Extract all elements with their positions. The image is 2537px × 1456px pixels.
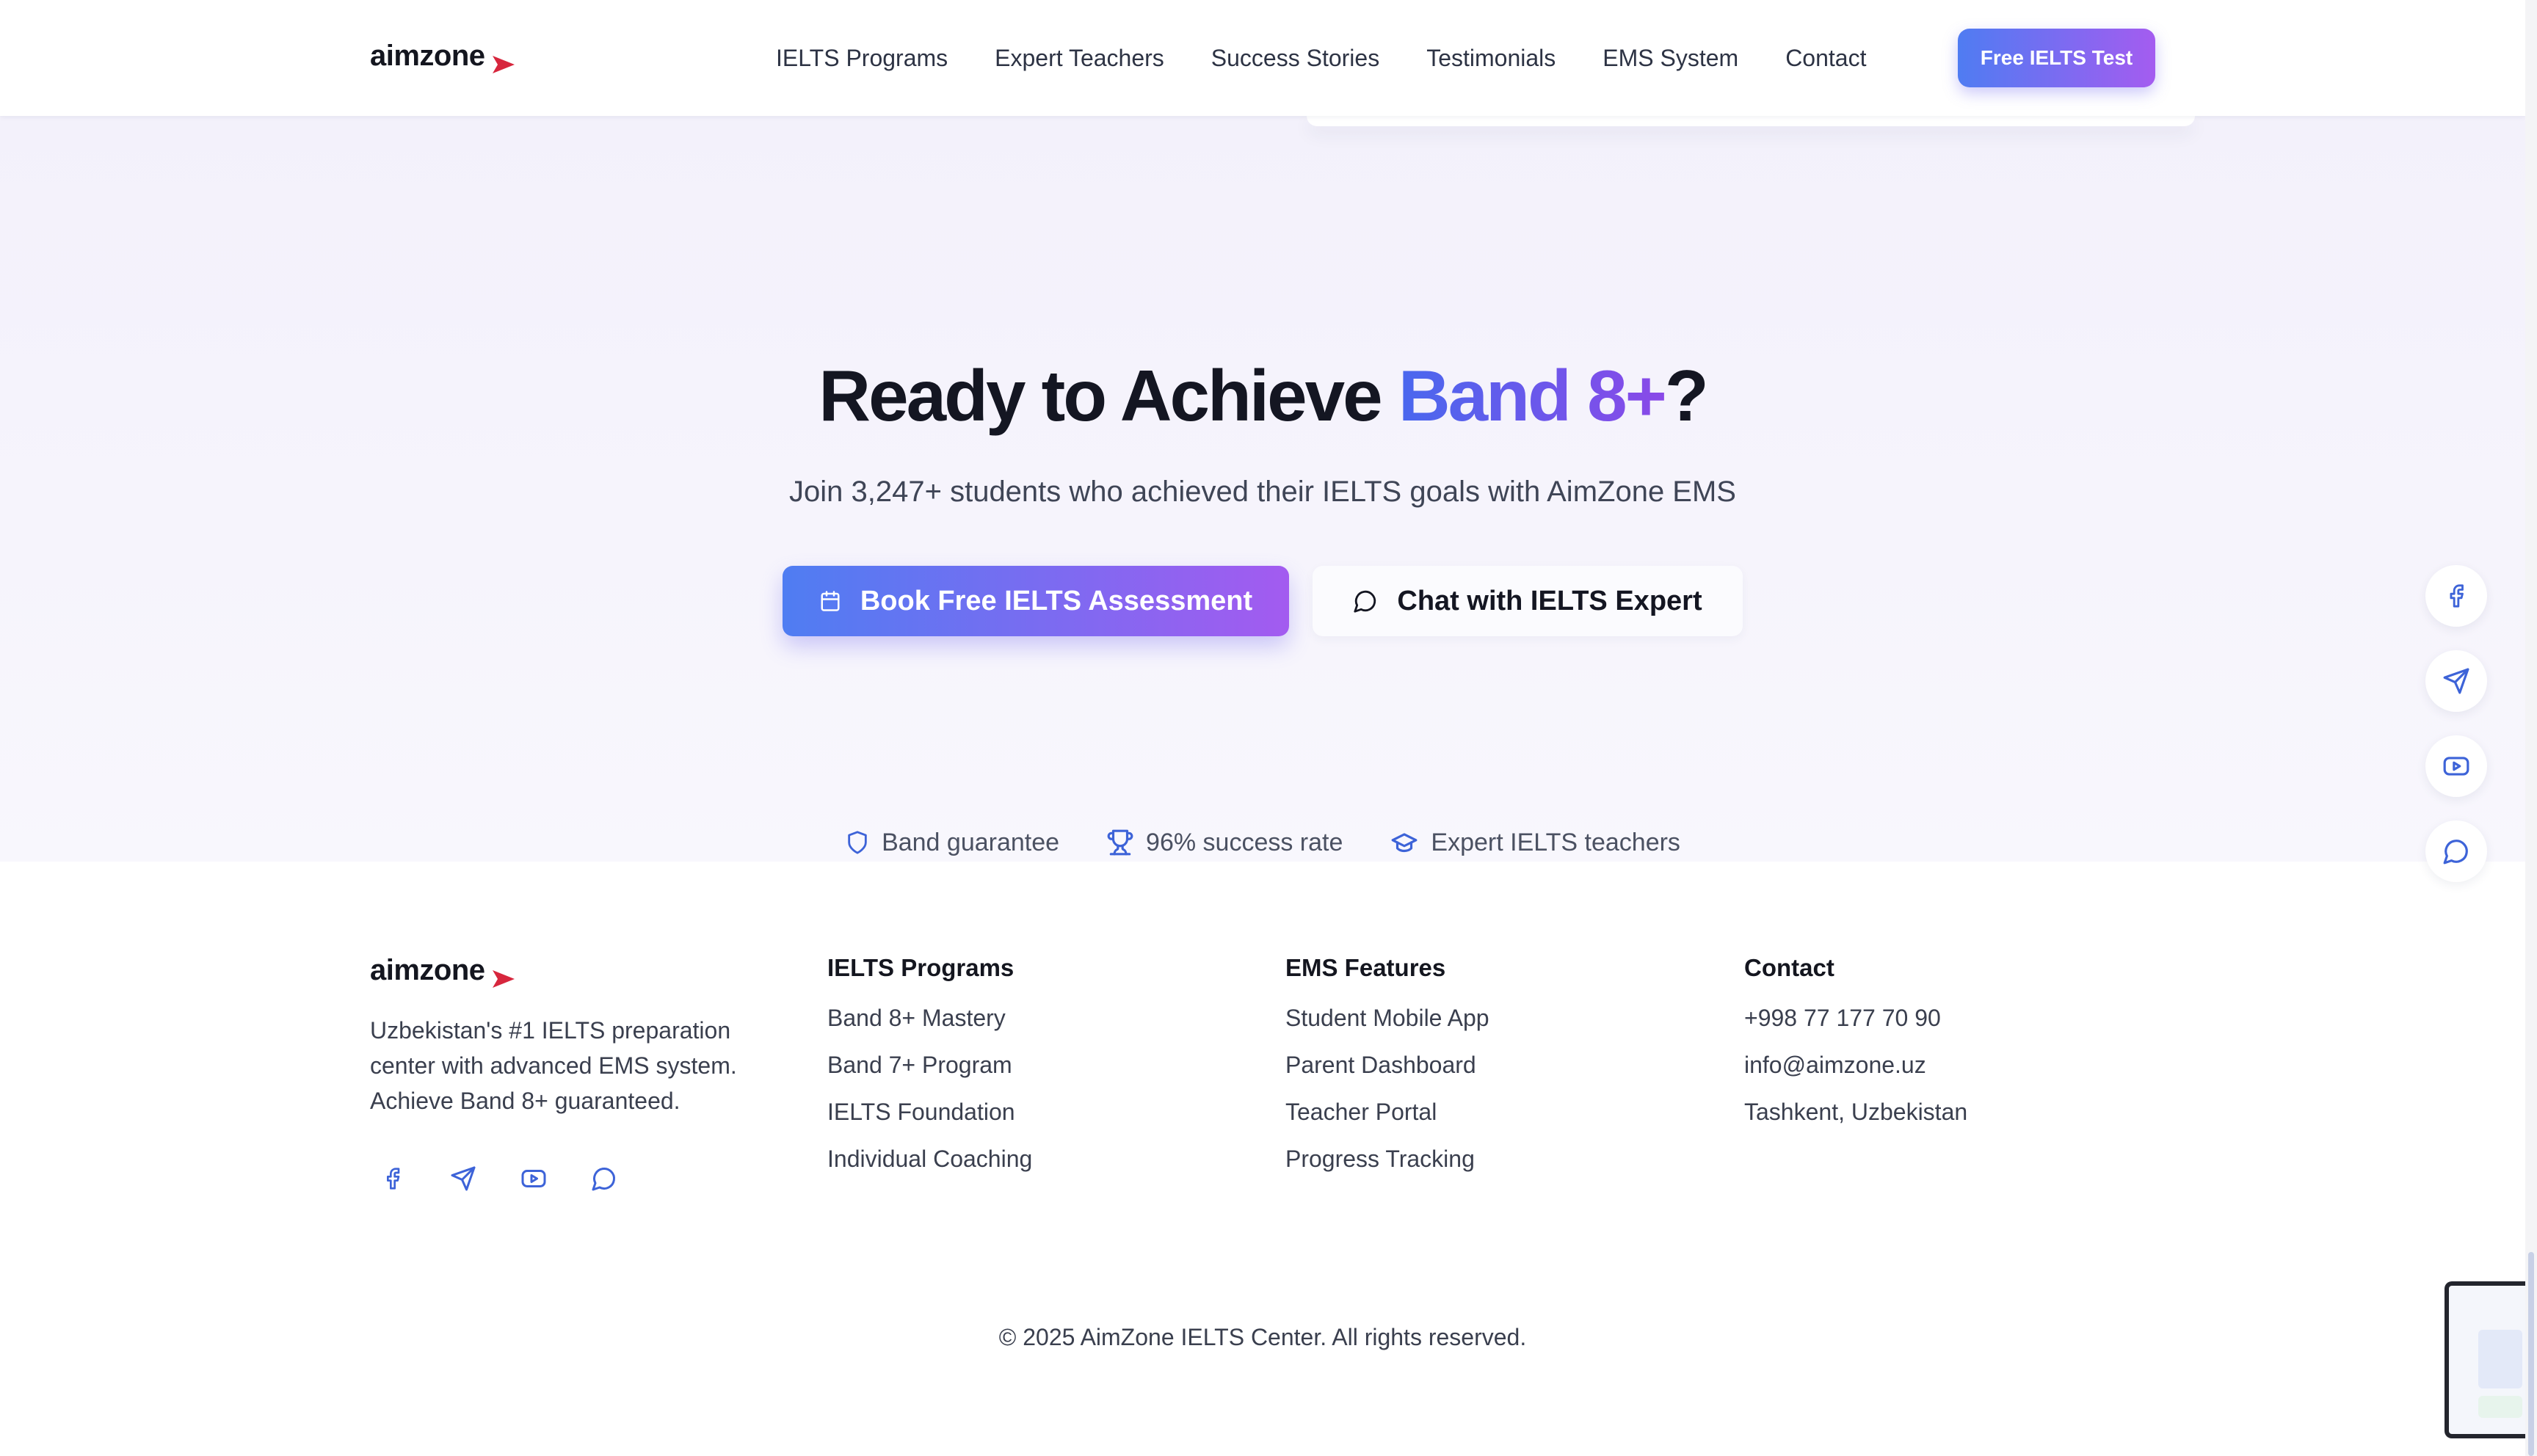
free-ielts-test-button[interactable]: Free IELTS Test (1958, 29, 2155, 87)
logo-arrow-icon (492, 962, 515, 988)
trust-band-guarantee: Band guarantee (845, 829, 1059, 857)
trust-success-rate: 96% success rate (1106, 829, 1343, 857)
footer-link[interactable]: Teacher Portal (1285, 1098, 1489, 1145)
nav-ems-system[interactable]: EMS System (1603, 45, 1738, 72)
preview-panel (2478, 1396, 2522, 1418)
footer-social-links (376, 1162, 621, 1195)
footer-chat-link[interactable] (587, 1162, 621, 1195)
footer-link[interactable]: Individual Coaching (827, 1145, 1032, 1192)
nav-contact[interactable]: Contact (1785, 45, 1866, 72)
copyright-text: © 2025 AimZone IELTS Center. All rights … (998, 1324, 1527, 1350)
logo-arrow-icon (492, 48, 515, 73)
footer-link[interactable]: IELTS Foundation (827, 1098, 1032, 1145)
footer-link[interactable]: Student Mobile App (1285, 1004, 1489, 1051)
preview-panel (2478, 1330, 2522, 1388)
footer-youtube-link[interactable] (517, 1162, 551, 1195)
youtube-icon (520, 1165, 548, 1192)
app-preview-thumbnail[interactable] (2445, 1281, 2525, 1438)
brand-logo[interactable]: aimzone (370, 40, 515, 73)
trust-expert-teachers-label: Expert IELTS teachers (1431, 828, 1680, 856)
footer-col-title: Contact (1744, 954, 1834, 981)
nav-ielts-programs[interactable]: IELTS Programs (776, 45, 948, 72)
footer-link[interactable]: Band 7+ Program (827, 1051, 1032, 1098)
nav-testimonials[interactable]: Testimonials (1426, 45, 1556, 72)
facebook-icon (2444, 582, 2469, 610)
cta-heading: Ready to Achieve Band 8+? (0, 354, 2525, 437)
chat-bubble-icon (1353, 589, 1378, 614)
floating-telegram-button[interactable] (2425, 650, 2487, 712)
site-footer: aimzone Uzbekistan's #1 IELTS preparatio… (0, 862, 2525, 1456)
shield-icon (845, 829, 870, 856)
brand-logo-text: aimzone (370, 40, 485, 72)
floating-facebook-button[interactable] (2425, 565, 2487, 627)
footer-brand-logo[interactable]: aimzone (370, 954, 515, 988)
top-navbar: aimzone IELTS Programs Expert Teachers S… (0, 0, 2525, 116)
youtube-icon (2442, 752, 2470, 780)
footer-col-title: IELTS Programs (827, 954, 1015, 981)
page: aimzone IELTS Programs Expert Teachers S… (0, 0, 2525, 1456)
footer-col-ems-features: EMS Features Student Mobile App Parent D… (1285, 954, 1489, 1192)
footer-col-contact: Contact +998 77 177 70 90 info@aimzone.u… (1744, 954, 1967, 1145)
cta-subtitle: Join 3,247+ students who achieved their … (789, 476, 1736, 508)
footer-email[interactable]: info@aimzone.uz (1744, 1051, 1967, 1098)
cta-heading-highlight: Band 8+ (1398, 355, 1667, 436)
trophy-icon (1106, 829, 1134, 856)
telegram-icon (2442, 667, 2470, 695)
trust-band-guarantee-label: Band guarantee (882, 828, 1060, 856)
card-bottom-edge (1307, 116, 2195, 126)
footer-link[interactable]: Parent Dashboard (1285, 1051, 1489, 1098)
book-assessment-button[interactable]: Book Free IELTS Assessment (783, 566, 1289, 636)
page-scrollbar[interactable] (2525, 0, 2537, 1456)
nav-expert-teachers[interactable]: Expert Teachers (995, 45, 1164, 72)
floating-chat-button[interactable] (2425, 820, 2487, 882)
footer-logo-text: aimzone (370, 954, 485, 986)
facebook-icon (381, 1165, 404, 1192)
floating-social-bar (2425, 565, 2487, 882)
calendar-icon (819, 589, 841, 613)
footer-phone[interactable]: +998 77 177 70 90 (1744, 1004, 1967, 1051)
trust-success-rate-label: 96% success rate (1146, 828, 1343, 856)
cta-heading-text: Ready to Achieve (819, 355, 1398, 436)
footer-link[interactable]: Progress Tracking (1285, 1145, 1489, 1192)
footer-telegram-link[interactable] (446, 1162, 480, 1195)
footer-facebook-link[interactable] (376, 1162, 410, 1195)
chat-bubble-icon (591, 1165, 617, 1192)
floating-youtube-button[interactable] (2425, 735, 2487, 797)
footer-address: Tashkent, Uzbekistan (1744, 1099, 1968, 1125)
scrollbar-thumb[interactable] (2528, 1252, 2534, 1456)
footer-link[interactable]: Band 8+ Mastery (827, 1004, 1032, 1051)
footer-col-programs: IELTS Programs Band 8+ Mastery Band 7+ P… (827, 954, 1032, 1192)
cta-section: Ready to Achieve Band 8+? Join 3,247+ st… (0, 116, 2525, 862)
footer-col-title: EMS Features (1285, 954, 1446, 981)
trust-badges: Band guarantee 96% success rate Expert I… (0, 826, 2525, 859)
graduation-cap-icon (1390, 829, 1419, 856)
chat-expert-button[interactable]: Chat with IELTS Expert (1313, 566, 1743, 636)
footer-description: Uzbekistan's #1 IELTS preparation center… (370, 1017, 737, 1114)
nav-success-stories[interactable]: Success Stories (1211, 45, 1379, 72)
telegram-icon (450, 1165, 476, 1192)
main-nav: IELTS Programs Expert Teachers Success S… (776, 0, 1866, 116)
chat-bubble-icon (2442, 837, 2470, 865)
book-assessment-label: Book Free IELTS Assessment (860, 585, 1253, 616)
trust-expert-teachers: Expert IELTS teachers (1390, 829, 1680, 857)
cta-heading-suffix: ? (1664, 355, 1709, 436)
chat-expert-label: Chat with IELTS Expert (1397, 585, 1702, 616)
